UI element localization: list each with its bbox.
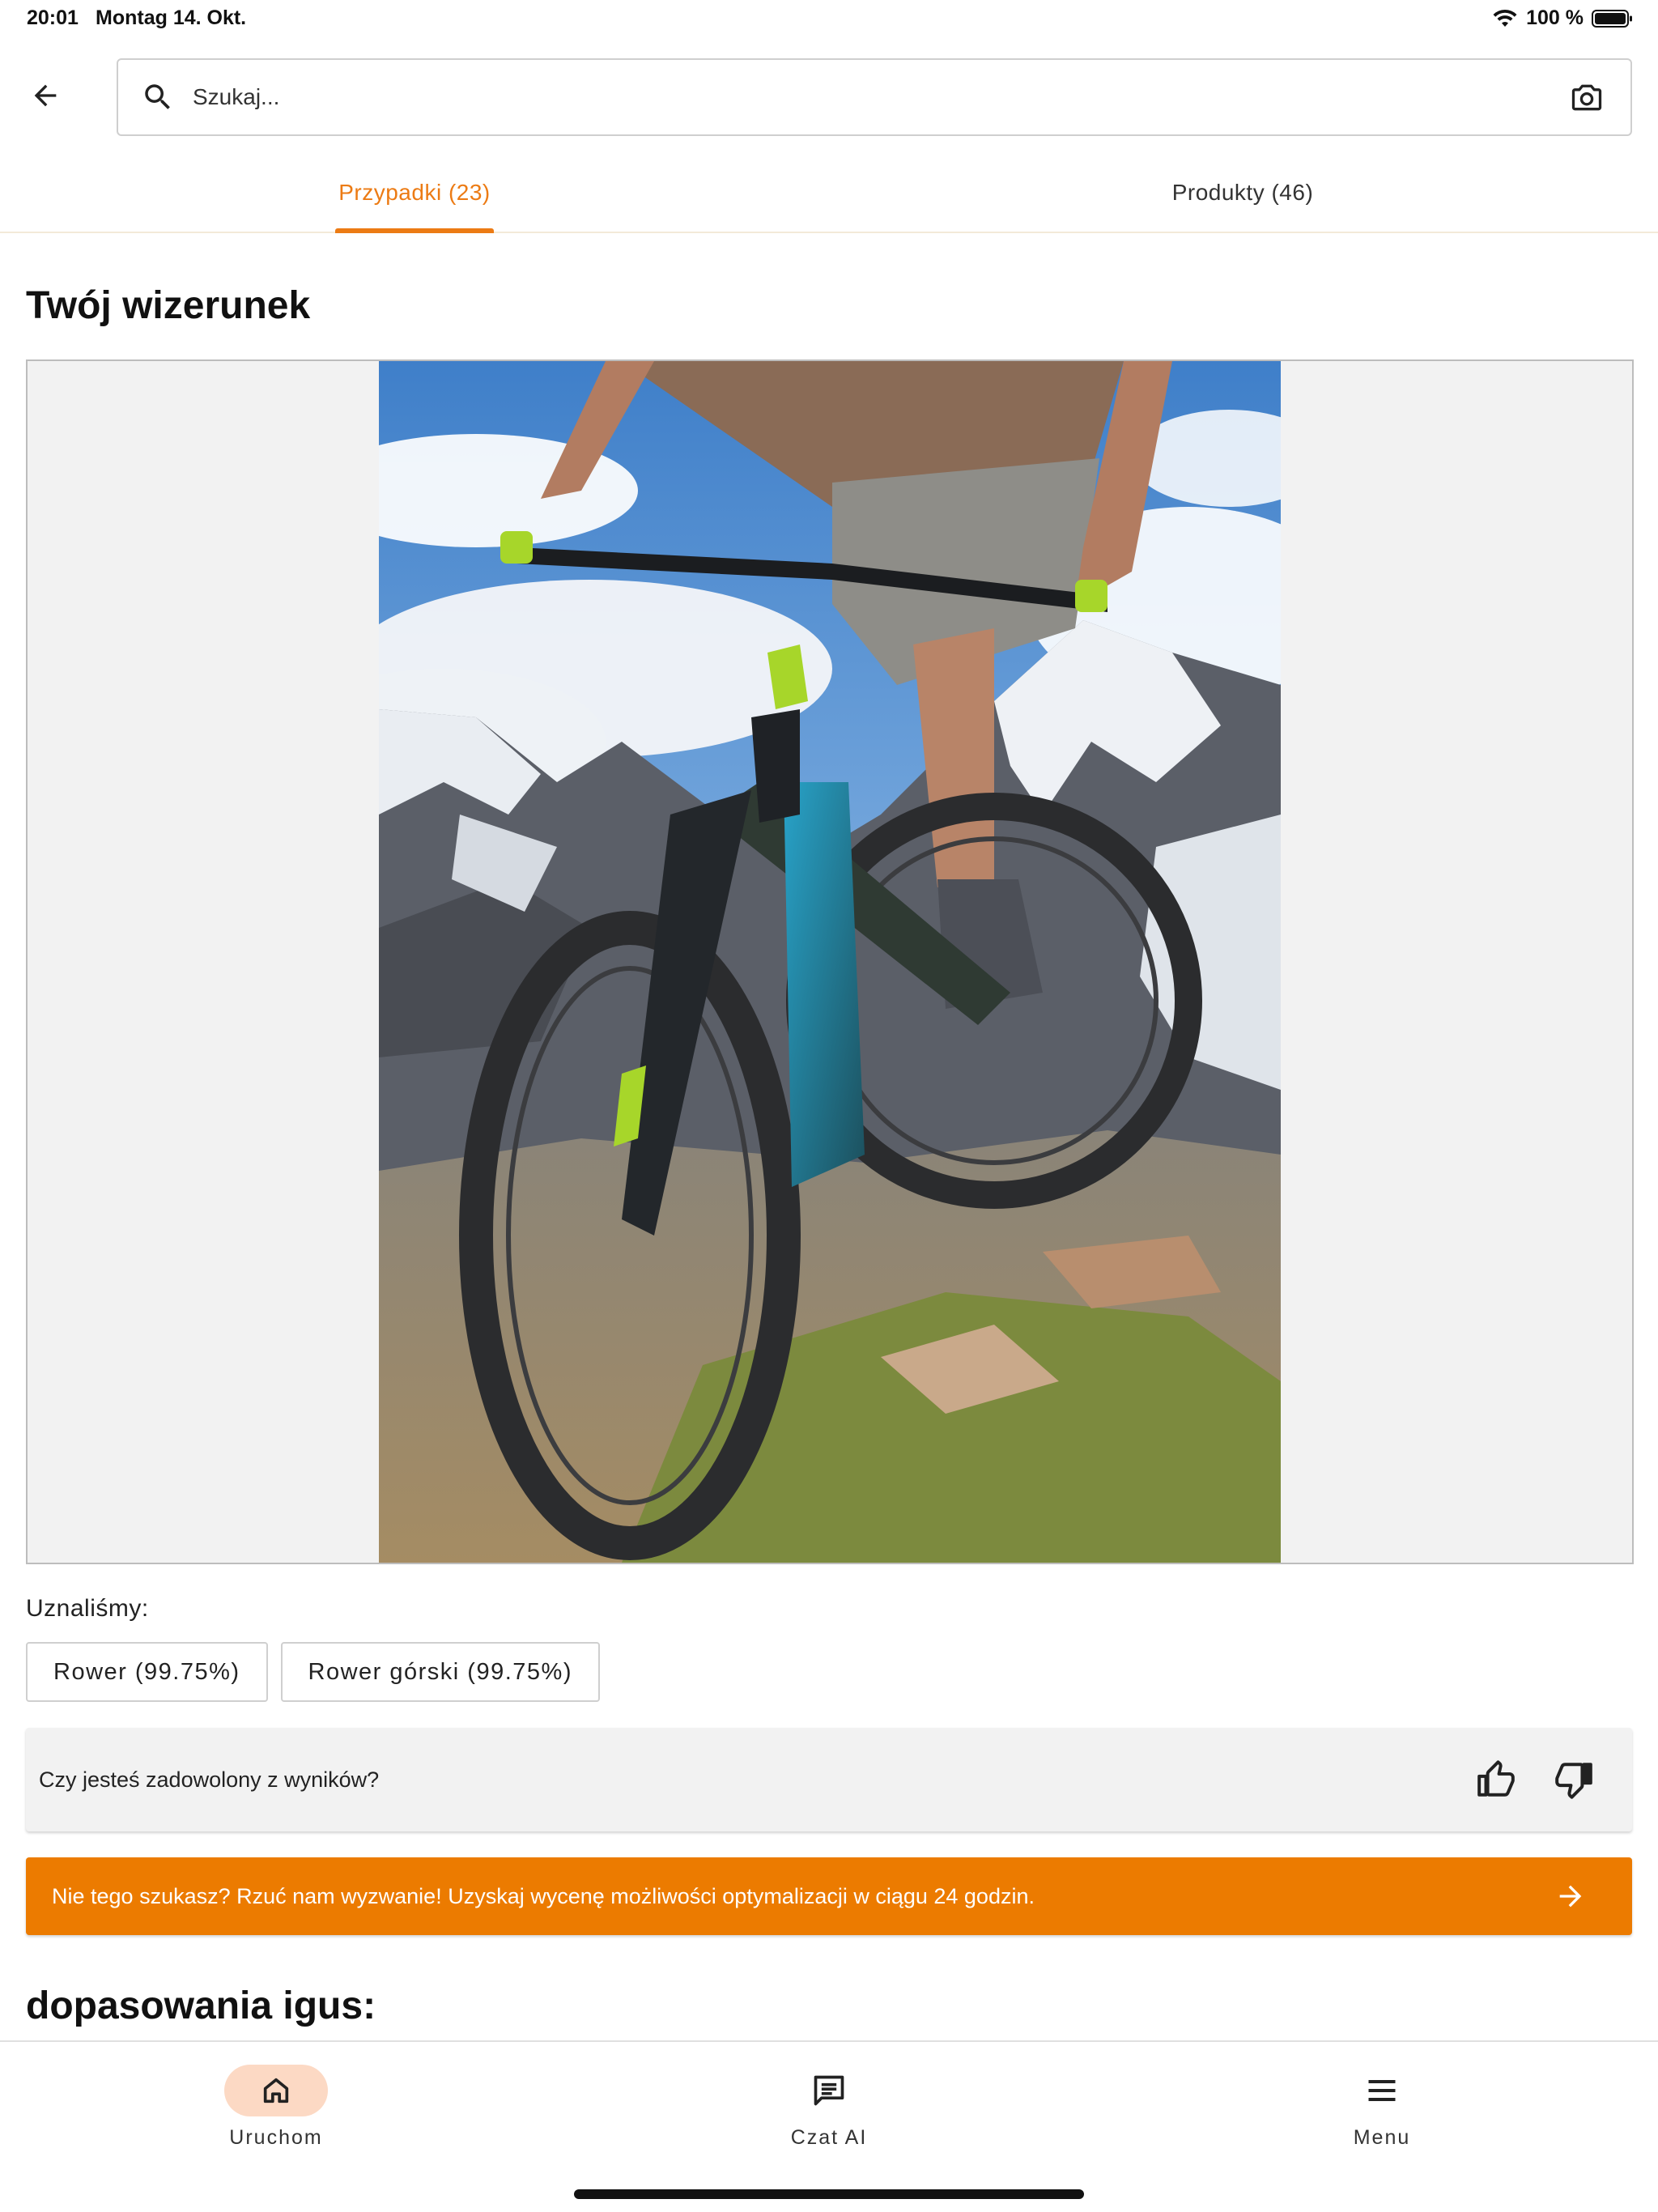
search-bar[interactable] bbox=[117, 58, 1632, 136]
challenge-us-text: Nie tego szukasz? Rzuć nam wyzwanie! Uzy… bbox=[52, 1883, 1035, 1908]
status-date: Montag 14. Okt. bbox=[96, 6, 247, 29]
back-button[interactable] bbox=[23, 73, 68, 118]
challenge-us-banner[interactable]: Nie tego szukasz? Rzuć nam wyzwanie! Uzy… bbox=[26, 1857, 1632, 1935]
search-icon bbox=[139, 79, 176, 116]
nav-home-label: Uruchom bbox=[229, 2126, 323, 2149]
battery-percent: 100 % bbox=[1526, 6, 1584, 29]
chip-bike[interactable]: Rower (99.75%) bbox=[26, 1642, 268, 1702]
arrow-left-icon bbox=[34, 84, 57, 107]
nav-menu[interactable]: Menu bbox=[1277, 2065, 1487, 2162]
uploaded-image-frame bbox=[26, 359, 1634, 1564]
nav-ai-chat[interactable]: Czat AI bbox=[724, 2065, 934, 2162]
igus-matches-title: dopasowania igus: bbox=[26, 1984, 376, 2027]
recognized-label: Uznaliśmy: bbox=[26, 1595, 149, 1622]
feedback-question: Czy jesteś zadowolony z wyników? bbox=[39, 1767, 380, 1792]
feedback-panel: Czy jesteś zadowolony z wyników? bbox=[26, 1728, 1632, 1831]
recognized-chips: Rower (99.75%) Rower górski (99.75%) bbox=[26, 1642, 600, 1702]
thumbs-down-icon bbox=[1555, 1763, 1592, 1799]
thumbs-down-button[interactable] bbox=[1548, 1754, 1600, 1806]
mountain-bike-photo bbox=[379, 361, 1281, 1563]
wifi-icon bbox=[1492, 9, 1518, 28]
tab-bar: Przypadki (23) Produkty (46) bbox=[0, 162, 1658, 233]
nav-ai-chat-label: Czat AI bbox=[790, 2126, 868, 2149]
home-indicator[interactable] bbox=[574, 2189, 1084, 2199]
tab-products-label: Produkty (46) bbox=[1171, 180, 1314, 205]
tab-products[interactable]: Produkty (46) bbox=[1150, 162, 1336, 233]
battery-icon bbox=[1592, 9, 1634, 28]
thumbs-up-button[interactable] bbox=[1470, 1754, 1522, 1806]
status-bar: 20:01 Montag 14. Okt. 100 % bbox=[0, 0, 1658, 39]
bottom-navigation: Uruchom Czat AI Menu bbox=[0, 2040, 1658, 2212]
chip-mountain-bike[interactable]: Rower górski (99.75%) bbox=[280, 1642, 600, 1702]
nav-home[interactable]: Uruchom bbox=[171, 2065, 381, 2162]
tab-cases[interactable]: Przypadki (23) bbox=[335, 162, 494, 233]
chat-icon bbox=[777, 2065, 881, 2116]
search-input[interactable] bbox=[193, 84, 1561, 110]
camera-icon bbox=[1571, 84, 1602, 111]
home-icon bbox=[224, 2065, 328, 2116]
camera-button[interactable] bbox=[1561, 71, 1613, 123]
status-time: 20:01 bbox=[27, 6, 79, 29]
status-indicators: 100 % bbox=[1492, 6, 1634, 30]
nav-menu-label: Menu bbox=[1353, 2126, 1411, 2149]
menu-icon bbox=[1330, 2065, 1434, 2116]
thumbs-up-icon bbox=[1477, 1760, 1515, 1797]
arrow-right-icon bbox=[1551, 1877, 1590, 1916]
page-title: Twój wizerunek bbox=[26, 284, 311, 327]
tab-cases-label: Przypadki (23) bbox=[338, 180, 491, 205]
